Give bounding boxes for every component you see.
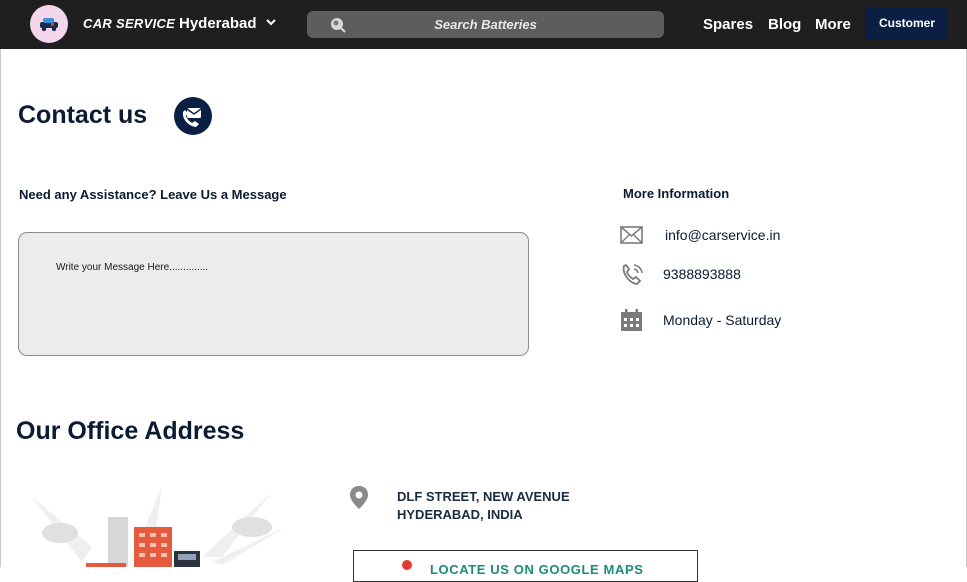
contact-title: Contact us (18, 101, 148, 129)
address-line-1: DLF STREET, NEW AVENUE (397, 489, 570, 504)
map-pin-icon (348, 485, 370, 516)
phone-envelope-icon (174, 97, 212, 135)
top-navbar: CAR SERVICE Hyderabad Search Batteries S… (0, 0, 967, 49)
address-line-2: HYDERABAD, INDIA (397, 507, 523, 522)
nav-spares[interactable]: Spares (703, 16, 753, 33)
calendar-icon (620, 309, 643, 337)
page-border-left (0, 49, 1, 567)
office-building-illustration (22, 487, 286, 567)
message-placeholder: Write your Message Here.............. (56, 262, 209, 273)
map-marker-icon (402, 560, 412, 570)
city-selector[interactable]: Hyderabad (179, 15, 257, 32)
nav-more[interactable]: More (815, 16, 851, 33)
brand-name[interactable]: CAR SERVICE (83, 16, 175, 31)
locate-button-label: LOCATE US ON GOOGLE MAPS (430, 562, 644, 577)
chevron-down-icon[interactable] (265, 16, 277, 35)
customer-button[interactable]: Customer (866, 8, 948, 40)
message-textarea[interactable]: Write your Message Here.............. (18, 232, 529, 356)
locate-on-maps-button[interactable]: LOCATE US ON GOOGLE MAPS (353, 550, 698, 582)
search-input[interactable]: Search Batteries (307, 17, 664, 32)
phone-number[interactable]: 9388893888 (663, 266, 741, 282)
car-logo-icon[interactable] (30, 5, 68, 43)
working-hours: Monday - Saturday (663, 312, 782, 328)
envelope-icon (620, 226, 643, 249)
email-link[interactable]: info@carservice.in (665, 227, 780, 243)
search-bar[interactable]: Search Batteries (307, 11, 664, 38)
more-info-heading: More Information (623, 186, 730, 201)
nav-blog[interactable]: Blog (768, 16, 801, 33)
phone-icon (620, 263, 644, 292)
office-title: Our Office Address (16, 417, 245, 445)
assistance-heading: Need any Assistance? Leave Us a Message (19, 187, 287, 202)
